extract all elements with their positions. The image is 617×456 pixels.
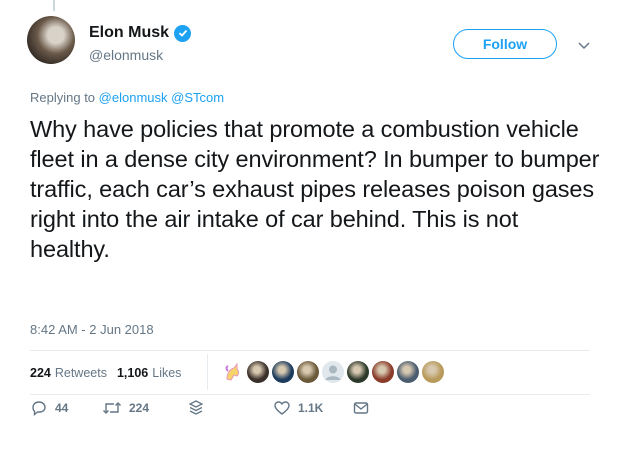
liker-avatar[interactable]	[372, 361, 394, 383]
follow-button[interactable]: Follow	[453, 29, 557, 59]
retweet-action[interactable]: 224	[102, 399, 149, 417]
liker-avatar[interactable]	[397, 361, 419, 383]
retweet-count: 224	[129, 401, 150, 415]
likes-label: Likes	[152, 366, 182, 380]
likes-count: 1,106	[116, 366, 149, 380]
envelope-icon	[353, 402, 369, 414]
liker-unicorn-avatar[interactable]	[222, 361, 244, 383]
likes-stat[interactable]: 1,106 Likes	[117, 366, 181, 380]
thread-connector-line	[53, 0, 55, 11]
author-avatar[interactable]	[27, 16, 75, 64]
retweet-icon	[103, 402, 121, 414]
liker-avatar[interactable]	[247, 361, 269, 383]
tweet-text: Why have policies that promote a combust…	[30, 116, 600, 262]
reply-action[interactable]: 44	[30, 399, 68, 417]
liker-avatar[interactable]	[272, 361, 294, 383]
reply-context-prefix: Replying to	[30, 90, 96, 105]
reply-context: Replying to @elonmusk @STcom	[30, 90, 224, 105]
liker-default-avatar[interactable]	[322, 361, 344, 383]
retweets-label: Retweets	[54, 366, 107, 380]
liker-avatar[interactable]	[422, 361, 444, 383]
author-name[interactable]: Elon Musk	[89, 24, 169, 42]
author-handle[interactable]: @elonmusk	[89, 47, 163, 63]
verified-badge-icon	[174, 24, 192, 42]
divider-top	[30, 350, 590, 351]
heart-icon	[274, 401, 290, 415]
stack-icon	[188, 400, 204, 415]
reply-count: 44	[55, 401, 69, 415]
stats-separator	[207, 354, 208, 390]
retweets-count: 224	[30, 366, 51, 380]
author-name-row: Elon Musk	[89, 24, 192, 42]
divider-bottom	[30, 394, 590, 395]
like-count: 1.1K	[298, 401, 324, 415]
more-options-chevron-down-icon[interactable]	[577, 38, 591, 56]
stack-action[interactable]	[188, 399, 204, 417]
like-action[interactable]: 1.1K	[273, 399, 323, 417]
engagement-stats: 224 Retweets 1,106 Likes	[30, 366, 191, 380]
liker-avatars	[222, 361, 447, 383]
reply-mentions-link[interactable]: @elonmusk @STcom	[99, 90, 224, 105]
direct-message-action[interactable]	[352, 399, 370, 417]
tweet-timestamp[interactable]: 8:42 AM - 2 Jun 2018	[30, 322, 154, 337]
liker-avatar[interactable]	[347, 361, 369, 383]
reply-icon	[32, 401, 46, 416]
retweets-stat[interactable]: 224 Retweets	[30, 366, 107, 380]
liker-avatar[interactable]	[297, 361, 319, 383]
